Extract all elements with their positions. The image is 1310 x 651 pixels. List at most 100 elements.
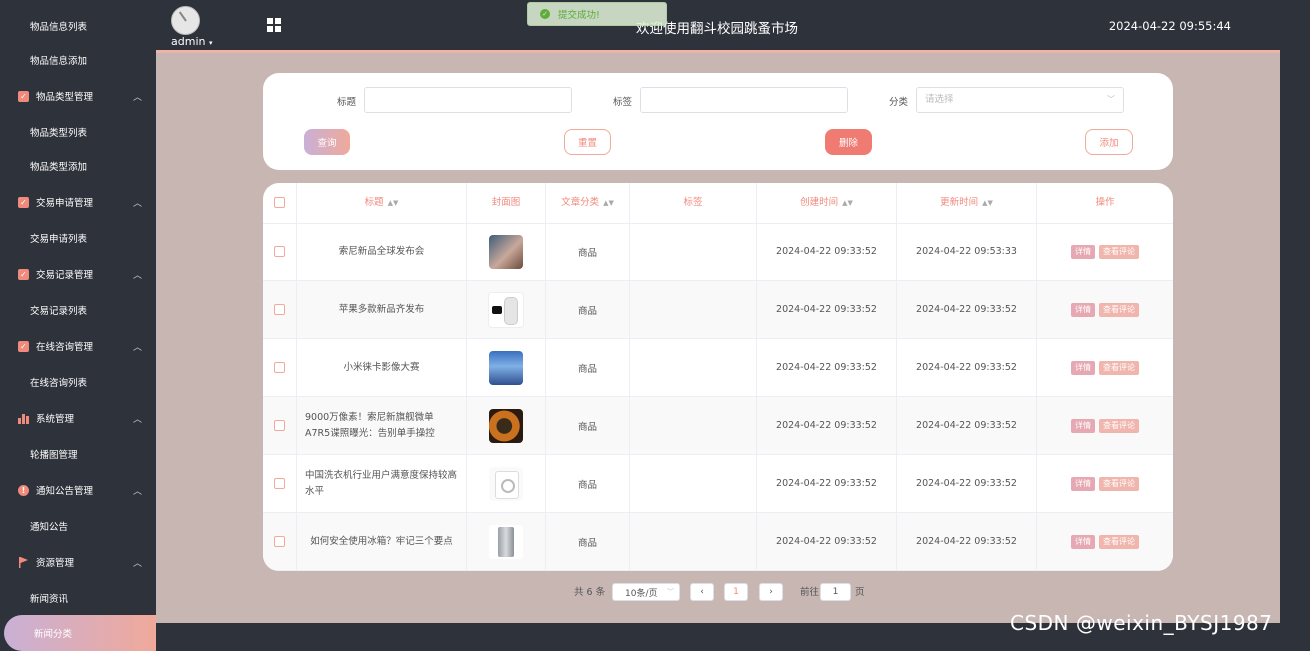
category-select[interactable]: 请选择 ﹀	[916, 87, 1124, 113]
add-button[interactable]: 添加	[1085, 129, 1133, 155]
sidebar-item-label: 轮播图管理	[30, 450, 78, 461]
sidebar-item-label: 物品类型添加	[30, 162, 88, 173]
avatar[interactable]	[171, 6, 200, 35]
toast-message: 提交成功!	[558, 10, 600, 21]
detail-button[interactable]: 详情	[1071, 418, 1095, 433]
cover-image[interactable]	[489, 350, 523, 385]
sidebar-item-news[interactable]: 新闻资讯	[0, 580, 156, 616]
menu-grid-icon[interactable]	[267, 18, 281, 32]
row-updated: 2024-04-22 09:33:52	[897, 281, 1037, 338]
row-created: 2024-04-22 09:33:52	[757, 455, 897, 512]
main-content: 标题 标签 分类 请选择 ﹀ 查询 重置 删除 添加 标题 ▲▼ 封面图 文章分类…	[156, 53, 1280, 623]
sidebar-item-label: 新闻分类	[34, 629, 73, 640]
detail-button[interactable]: 详情	[1071, 302, 1095, 317]
sidebar-item-notice[interactable]: 通知公告	[0, 508, 156, 544]
tag-input[interactable]	[640, 87, 848, 113]
chart-icon: ✓	[18, 196, 29, 208]
header-created[interactable]: 创建时间 ▲▼	[757, 183, 897, 223]
sidebar-group-notice[interactable]: ! 通知公告管理 ︿	[0, 472, 156, 508]
row-cover-cell	[467, 281, 546, 338]
search-panel: 标题 标签 分类 请选择 ﹀ 查询 重置 删除 添加	[263, 73, 1173, 170]
sidebar-item-goods-type-list[interactable]: 物品类型列表	[0, 114, 156, 150]
sidebar-item-consult-list[interactable]: 在线咨询列表	[0, 364, 156, 400]
sidebar-item-label: 物品信息添加	[30, 56, 88, 67]
tag-label: 标签	[613, 97, 633, 108]
title-input[interactable]	[364, 87, 572, 113]
row-created: 2024-04-22 09:33:52	[757, 339, 897, 396]
prev-page-button[interactable]: ‹	[690, 583, 714, 601]
table-header: 标题 ▲▼ 封面图 文章分类 ▲▼ 标签 创建时间 ▲▼ 更新时间 ▲▼ 操作	[263, 183, 1173, 224]
detail-button[interactable]: 详情	[1071, 534, 1095, 549]
chevron-up-icon: ︿	[132, 271, 142, 281]
sidebar: 物品信息列表 物品信息添加 ✓ 物品类型管理 ︿ 物品类型列表 物品类型添加 ✓ 交易…	[0, 0, 156, 651]
sidebar-item-goods-list[interactable]: 物品信息列表	[0, 8, 156, 44]
header-created-text: 创建时间	[800, 197, 839, 208]
header-title[interactable]: 标题 ▲▼	[297, 183, 467, 223]
sidebar-group-trade-apply[interactable]: ✓ 交易申请管理 ︿	[0, 184, 156, 220]
goto-page-input[interactable]: 1	[820, 583, 851, 601]
chevron-down-icon: ﹀	[667, 588, 674, 596]
caret-down-icon: ▾	[208, 39, 213, 47]
row-title: 中国洗衣机行业用户满意度保持较高水平	[297, 455, 467, 512]
header-category[interactable]: 文章分类 ▲▼	[546, 183, 630, 223]
chevron-up-icon: ︿	[132, 487, 142, 497]
view-comments-button[interactable]: 查看评论	[1099, 418, 1139, 433]
sidebar-group-consult[interactable]: ✓ 在线咨询管理 ︿	[0, 328, 156, 364]
top-header: admin ▾ 欢迎使用翻斗校园跳蚤市场 2024-04-22 09:55:44	[156, 0, 1310, 50]
sidebar-item-goods-type-add[interactable]: 物品类型添加	[0, 148, 156, 184]
reset-button[interactable]: 重置	[564, 129, 611, 155]
cover-image[interactable]	[489, 408, 523, 443]
query-button[interactable]: 查询	[304, 129, 350, 155]
row-select-cell	[263, 339, 297, 396]
chart-icon: ✓	[18, 340, 29, 352]
sidebar-item-news-category[interactable]: 新闻分类	[4, 615, 156, 651]
sidebar-group-system[interactable]: 系统管理 ︿	[0, 400, 156, 436]
chevron-up-icon: ︿	[132, 343, 142, 353]
sidebar-item-trade-record-list[interactable]: 交易记录列表	[0, 292, 156, 328]
user-menu[interactable]: admin ▾	[171, 35, 212, 48]
row-title: 苹果多款新品齐发布	[297, 281, 467, 338]
row-checkbox[interactable]	[274, 536, 285, 547]
sidebar-item-goods-add[interactable]: 物品信息添加	[0, 42, 156, 78]
view-comments-button[interactable]: 查看评论	[1099, 244, 1139, 259]
sidebar-group-label: 在线咨询管理	[36, 342, 94, 353]
cover-image[interactable]	[488, 291, 524, 328]
row-updated: 2024-04-22 09:53:33	[897, 223, 1037, 280]
row-cover-cell	[467, 339, 546, 396]
row-checkbox[interactable]	[274, 246, 285, 257]
detail-button[interactable]: 详情	[1071, 360, 1095, 375]
cover-image[interactable]	[489, 234, 523, 269]
select-all-checkbox[interactable]	[274, 197, 285, 208]
detail-button[interactable]: 详情	[1071, 244, 1095, 259]
cover-image[interactable]	[489, 524, 523, 559]
current-page[interactable]: 1	[724, 583, 748, 601]
sidebar-group-trade-record[interactable]: ✓ 交易记录管理 ︿	[0, 256, 156, 292]
delete-button[interactable]: 删除	[825, 129, 872, 155]
table-row: 中国洗衣机行业用户满意度保持较高水平 商品 2024-04-22 09:33:5…	[263, 455, 1173, 513]
sidebar-group-label: 交易申请管理	[36, 198, 94, 209]
row-created: 2024-04-22 09:33:52	[757, 513, 897, 570]
sidebar-item-carousel[interactable]: 轮播图管理	[0, 436, 156, 472]
detail-button[interactable]: 详情	[1071, 476, 1095, 491]
row-tag	[630, 281, 757, 338]
row-cover-cell	[467, 397, 546, 454]
next-page-button[interactable]: ›	[759, 583, 783, 601]
row-actions: 详情 查看评论	[1037, 281, 1173, 338]
row-category: 商品	[546, 339, 630, 396]
view-comments-button[interactable]: 查看评论	[1099, 302, 1139, 317]
cover-image[interactable]	[489, 466, 523, 501]
view-comments-button[interactable]: 查看评论	[1099, 360, 1139, 375]
row-checkbox[interactable]	[274, 362, 285, 373]
sidebar-group-goods-type[interactable]: ✓ 物品类型管理 ︿	[0, 78, 156, 114]
view-comments-button[interactable]: 查看评论	[1099, 534, 1139, 549]
row-checkbox[interactable]	[274, 478, 285, 489]
sidebar-group-resource[interactable]: 资源管理 ︿	[0, 544, 156, 580]
row-checkbox[interactable]	[274, 420, 285, 431]
view-comments-button[interactable]: 查看评论	[1099, 476, 1139, 491]
page-size-select[interactable]: 10条/页 ﹀	[612, 583, 680, 601]
row-created: 2024-04-22 09:33:52	[757, 281, 897, 338]
sidebar-item-trade-apply-list[interactable]: 交易申请列表	[0, 220, 156, 256]
row-title: 9000万像素！索尼新旗舰微单A7R5谍照曝光：告别单手操控	[297, 397, 467, 454]
row-checkbox[interactable]	[274, 304, 285, 315]
header-updated[interactable]: 更新时间 ▲▼	[897, 183, 1037, 223]
